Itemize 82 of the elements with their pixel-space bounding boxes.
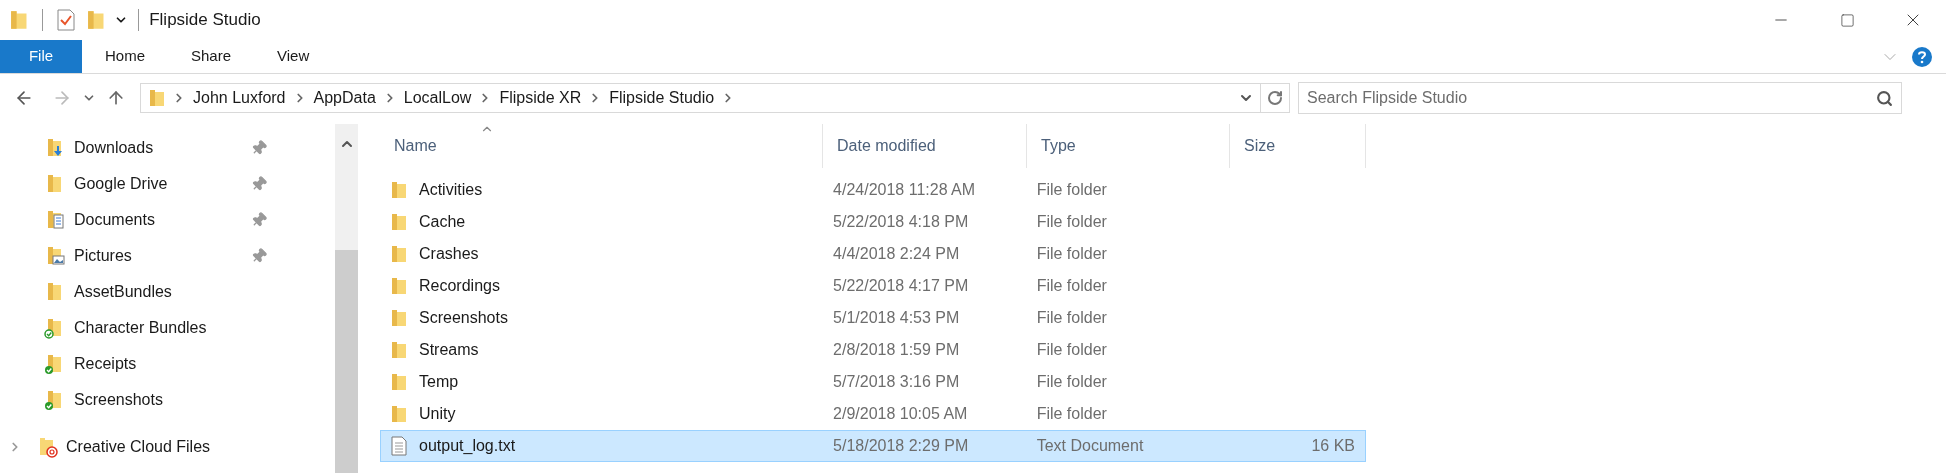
scrollbar[interactable] [335, 124, 358, 473]
date-modified: 2/9/2018 10:05 AM [833, 405, 968, 422]
date-modified: 5/18/2018 2:29 PM [833, 437, 969, 454]
breadcrumb[interactable]: Flipside Studio [609, 86, 715, 110]
file-menu-button[interactable]: File [0, 40, 82, 73]
folder-icon [391, 308, 407, 328]
scrollbar-thumb[interactable] [335, 250, 358, 473]
column-header[interactable]: Name [380, 124, 823, 168]
file-row[interactable]: Recordings 5/22/2018 4:17 PM File folder [380, 270, 1366, 302]
breadcrumb[interactable]: Flipside XR [499, 86, 582, 110]
sidebar-item[interactable]: Character Bundles [0, 310, 335, 346]
file-name: Screenshots [419, 308, 508, 328]
breadcrumb[interactable]: John Luxford [193, 86, 286, 110]
file-type: File folder [1036, 181, 1107, 198]
sidebar-item[interactable]: Downloads [0, 130, 335, 166]
file-type: File folder [1036, 277, 1107, 294]
folder-icon [391, 404, 407, 424]
sidebar-item[interactable]: Documents [0, 202, 335, 238]
breadcrumb[interactable]: AppData [313, 86, 376, 110]
ribbon-tab[interactable]: Home [82, 40, 168, 73]
file-type: File folder [1036, 245, 1107, 262]
file-row[interactable]: Activities 4/24/2018 11:28 AM File folder [380, 174, 1366, 206]
column-header[interactable]: Type [1027, 124, 1230, 168]
sidebar-item[interactable]: Creative Cloud Files [0, 429, 335, 465]
file-row[interactable]: Cache 5/22/2018 4:18 PM File folder [380, 206, 1366, 238]
file-name: Temp [419, 372, 459, 392]
file-type: File folder [1036, 405, 1107, 422]
date-modified: 5/1/2018 4:53 PM [833, 309, 960, 326]
folder-icon [391, 340, 407, 360]
file-name: Activities [419, 180, 483, 200]
file-type: File folder [1036, 341, 1107, 358]
maximize-icon[interactable] [1839, 12, 1855, 28]
file-row[interactable]: Unity 2/9/2018 10:05 AM File folder [380, 398, 1366, 430]
column-header[interactable]: Size [1230, 124, 1366, 168]
file-row[interactable]: Crashes 4/4/2018 2:24 PM File folder [380, 238, 1366, 270]
new-folder-icon [86, 9, 105, 31]
file-name: Recordings [419, 276, 500, 296]
file-name: Cache [419, 212, 466, 232]
folder-icon [391, 244, 407, 264]
sidebar-item[interactable]: Screenshots [0, 382, 335, 418]
file-type: Text Document [1036, 437, 1144, 454]
file-name: Streams [419, 340, 479, 360]
file-name: output_log.txt [419, 436, 516, 456]
date-modified: 2/8/2018 1:59 PM [833, 341, 960, 358]
search-icon[interactable] [1876, 90, 1893, 107]
refresh-button[interactable] [1267, 90, 1283, 106]
sidebar-item[interactable]: Pictures [0, 238, 335, 274]
column-header[interactable]: Date modified [823, 124, 1027, 168]
file-size: 16 KB [1311, 436, 1355, 456]
breadcrumb[interactable]: LocalLow [403, 86, 472, 110]
help-icon[interactable] [1912, 46, 1932, 67]
window-title: Flipside Studio [149, 9, 261, 32]
cloud-folder-icon [38, 436, 60, 458]
file-name: Unity [419, 404, 456, 424]
date-modified: 5/22/2018 4:18 PM [833, 213, 969, 230]
date-modified: 4/4/2018 2:24 PM [833, 245, 960, 262]
folder-icon [391, 372, 407, 392]
folder-icon [149, 88, 165, 108]
date-modified: 5/22/2018 4:17 PM [833, 277, 969, 294]
file-type: File folder [1036, 309, 1107, 326]
file-row[interactable]: Screenshots 5/1/2018 4:53 PM File folder [380, 302, 1366, 334]
sidebar-item[interactable]: AssetBundles [0, 274, 335, 310]
sidebar-item[interactable]: Receipts [0, 346, 335, 382]
folder-icon [391, 276, 407, 296]
file-name: Crashes [419, 244, 479, 264]
file-row[interactable]: Streams 2/8/2018 1:59 PM File folder [380, 334, 1366, 366]
search-field[interactable]: Search Flipside Studio [1298, 82, 1902, 114]
properties-icon[interactable] [56, 9, 75, 31]
date-modified: 5/7/2018 3:16 PM [833, 373, 960, 390]
text-file-icon [391, 436, 407, 456]
file-type: File folder [1036, 373, 1107, 390]
ribbon-tab[interactable]: View [254, 40, 333, 73]
folder-icon [391, 212, 407, 232]
date-modified: 4/24/2018 11:28 AM [833, 181, 976, 198]
folder-icon [391, 180, 407, 200]
sidebar-item[interactable]: Google Drive [0, 166, 335, 202]
file-row[interactable]: Temp 5/7/2018 3:16 PM File folder [380, 366, 1366, 398]
ribbon-tab[interactable]: Share [168, 40, 255, 73]
address-field[interactable]: John Luxford AppData LocalLow Flipside XR Flipside Studio [140, 83, 1290, 113]
file-type: File folder [1036, 213, 1107, 230]
folder-icon [10, 9, 28, 31]
file-row[interactable]: output_log.txt 5/18/2018 2:29 PM Text Document 16 KB [380, 430, 1366, 462]
